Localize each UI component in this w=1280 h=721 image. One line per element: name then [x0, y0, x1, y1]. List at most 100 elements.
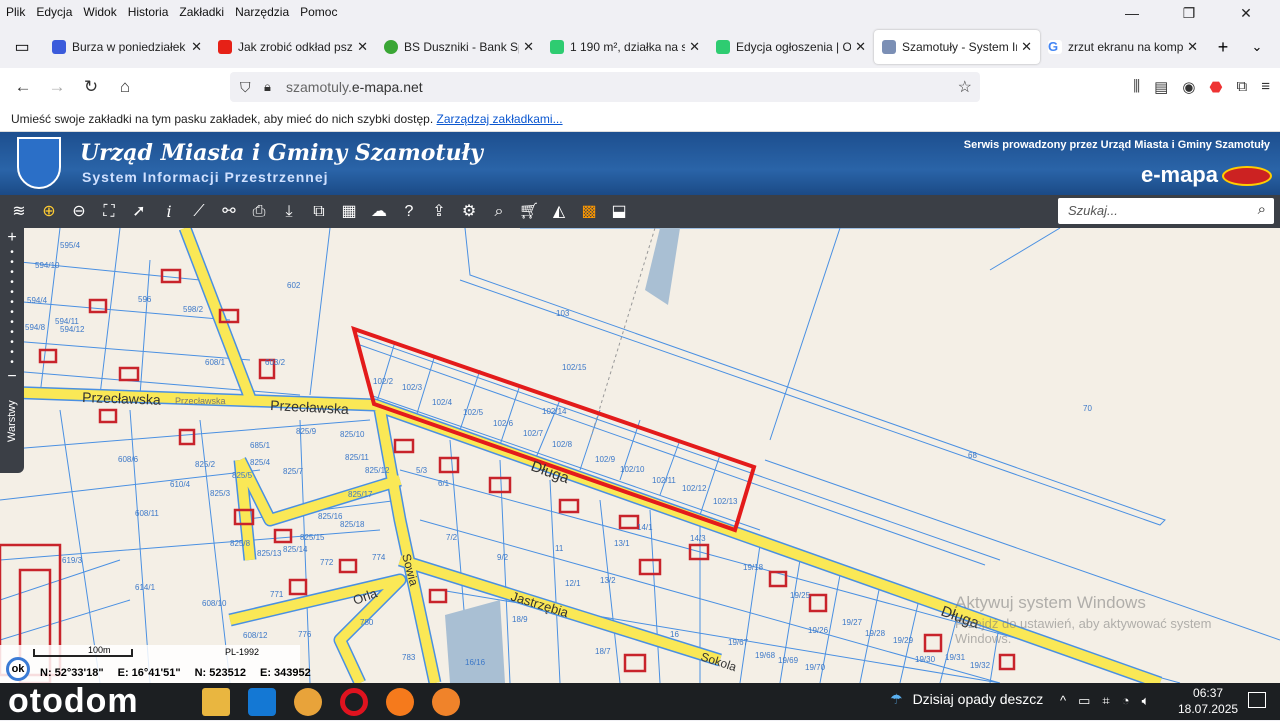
- home-button[interactable]: ⌂: [108, 77, 142, 97]
- parcel-label: 594/4: [27, 296, 48, 305]
- share-icon[interactable]: ⬓: [608, 201, 630, 223]
- tab[interactable]: Jak zrobić odkład pszc ✕: [210, 30, 376, 64]
- menu-tools[interactable]: Narzędzia: [235, 5, 289, 19]
- address-bar[interactable]: ⛉ 🔒︎ szamotuly. e-mapa.net ☆: [230, 72, 980, 102]
- parcel-label: 825/14: [283, 545, 308, 554]
- settings-icon[interactable]: ⚙: [458, 201, 480, 223]
- comment-icon[interactable]: ☁: [368, 201, 390, 223]
- back-button[interactable]: ←: [6, 77, 40, 97]
- tab-overflow-icon[interactable]: ⌄: [1240, 39, 1274, 55]
- wifi-icon[interactable]: ◔: [1122, 693, 1130, 709]
- parcel-label: 596: [138, 295, 152, 304]
- pointer-icon[interactable]: ➚: [128, 201, 150, 223]
- info-icon[interactable]: i: [158, 201, 180, 223]
- menu-icon[interactable]: ≡: [1261, 78, 1270, 96]
- tab[interactable]: BS Duszniki - Bank Spó ✕: [376, 30, 542, 64]
- extensions-icon[interactable]: ⧉: [1237, 78, 1248, 96]
- close-tab-icon[interactable]: ✕: [1187, 39, 1198, 55]
- parcel-label: 825/8: [230, 539, 251, 548]
- notifications-icon[interactable]: [1248, 692, 1266, 708]
- triangle-icon[interactable]: ◭: [548, 201, 570, 223]
- layers-icon[interactable]: ≋: [8, 201, 30, 223]
- parcel-label: 598/2: [183, 305, 204, 314]
- menu-help[interactable]: Pomoc: [300, 5, 337, 19]
- download-icon[interactable]: ⤓: [278, 201, 300, 223]
- menu-edit[interactable]: Edycja: [36, 5, 72, 19]
- close-tab-icon[interactable]: ✕: [357, 39, 368, 55]
- zoom-slider[interactable]: + • • • • • • • • • • • • − Warstwy: [0, 228, 24, 473]
- volume-icon[interactable]: 🔈︎: [1142, 693, 1150, 709]
- selected-plot-outline: [351, 325, 757, 533]
- maximize-button[interactable]: ❐: [1166, 0, 1212, 26]
- cart-icon[interactable]: 🛒︎: [518, 201, 540, 223]
- menu-bookmarks[interactable]: Zakładki: [179, 5, 224, 19]
- menu-file[interactable]: Plik: [6, 5, 25, 19]
- search-map-icon[interactable]: ⌕: [488, 201, 510, 223]
- manage-bookmarks-link[interactable]: Zarządzaj zakładkami...: [437, 112, 563, 126]
- tab[interactable]: Edycja ogłoszenia | Ot ✕: [708, 30, 874, 64]
- crs-select[interactable]: PL-1992: [225, 647, 259, 657]
- reload-button[interactable]: ↻: [74, 77, 108, 97]
- chevron-up-icon[interactable]: ^: [1060, 693, 1066, 709]
- close-window-button[interactable]: ✕: [1223, 0, 1269, 26]
- vpn-browser-icon[interactable]: [294, 687, 322, 716]
- layers-panel-toggle[interactable]: Warstwy: [6, 394, 18, 442]
- zoom-scale-dots[interactable]: • • • • • • • • • • • •: [0, 248, 24, 368]
- zoom-in-button[interactable]: +: [0, 228, 24, 248]
- opera-icon[interactable]: [340, 687, 368, 716]
- parcel-label: 18/9: [512, 615, 528, 624]
- menu-view[interactable]: Widok: [83, 5, 116, 19]
- zoom-in-icon[interactable]: ⊕: [38, 201, 60, 223]
- network-icon[interactable]: ⌗: [1102, 693, 1109, 709]
- zoom-out-icon[interactable]: ⊖: [68, 201, 90, 223]
- lock-icon: 🔒︎: [264, 79, 271, 94]
- tab[interactable]: Burza w poniedziałek r ✕: [44, 30, 210, 64]
- search-icon[interactable]: ⌕: [1258, 201, 1266, 218]
- cloud-upload-icon[interactable]: ⇪: [428, 201, 450, 223]
- search-input[interactable]: Szukaj... ⌕: [1058, 198, 1274, 224]
- parcel-label: 771: [270, 590, 284, 599]
- tab-bar: ▭ Burza w poniedziałek r ✕ Jak zrobić odk…: [0, 28, 1280, 66]
- close-tab-icon[interactable]: ✕: [689, 39, 700, 55]
- weather-widget[interactable]: ☂ Dzisiaj opady deszcz: [890, 691, 1043, 708]
- avast-icon[interactable]: [432, 687, 460, 716]
- map-canvas[interactable]: 102/2 102/3 102/4 102/5 102/6 102/7 102/…: [0, 228, 1280, 683]
- zoom-out-button[interactable]: −: [0, 368, 24, 386]
- file-explorer-icon[interactable]: [202, 687, 230, 716]
- forward-button[interactable]: →: [40, 77, 74, 97]
- print-icon[interactable]: ⎙: [248, 201, 270, 223]
- parcel-label: 602: [287, 281, 301, 290]
- clock[interactable]: 06:37 18.07.2025: [1178, 685, 1238, 717]
- path-line: [589, 228, 656, 441]
- tab-active[interactable]: Szamotuły - System In ✕: [874, 30, 1040, 64]
- help-icon[interactable]: ?: [398, 201, 420, 223]
- new-tab-button[interactable]: +: [1206, 37, 1240, 58]
- zoom-extent-icon[interactable]: ⛶: [98, 201, 120, 223]
- close-tab-icon[interactable]: ✕: [855, 39, 866, 55]
- window-icon[interactable]: ▦: [338, 201, 360, 223]
- emapa-logo[interactable]: e-mapa: [1141, 162, 1218, 188]
- bookmark-star-icon[interactable]: ☆: [958, 77, 972, 97]
- tab[interactable]: 1 190 m², działka na sp ✕: [542, 30, 708, 64]
- map-view[interactable]: 102/2 102/3 102/4 102/5 102/6 102/7 102/…: [0, 228, 1280, 683]
- account-icon[interactable]: ◉: [1182, 78, 1195, 96]
- tab-list-icon[interactable]: ▭: [0, 37, 44, 57]
- close-tab-icon[interactable]: ✕: [1021, 39, 1032, 55]
- ok-button[interactable]: ok: [6, 657, 30, 681]
- minimize-button[interactable]: —: [1109, 0, 1155, 26]
- taskbar: otodom ☂ Dzisiaj opady deszcz ^ ▭ ⌗ ◔ 🔈︎…: [0, 682, 1280, 720]
- outlook-icon[interactable]: [248, 687, 276, 716]
- library-icon[interactable]: ⫼: [1133, 78, 1140, 96]
- colors-icon[interactable]: ▩: [578, 201, 600, 223]
- adblock-icon[interactable]: ⬣: [1209, 78, 1222, 96]
- close-tab-icon[interactable]: ✕: [191, 39, 202, 55]
- menu-history[interactable]: Historia: [128, 5, 169, 19]
- measure-icon[interactable]: ⟋: [188, 201, 210, 223]
- copy-icon[interactable]: ⧉: [308, 201, 330, 223]
- close-tab-icon[interactable]: ✕: [523, 39, 534, 55]
- tab[interactable]: Gzrzut ekranu na kompu ✕: [1040, 30, 1206, 64]
- firefox-icon[interactable]: [386, 687, 414, 716]
- sidebar-icon[interactable]: ▤: [1154, 78, 1168, 96]
- link-icon[interactable]: ⚯: [218, 201, 240, 223]
- meet-icon[interactable]: ▭: [1078, 693, 1090, 709]
